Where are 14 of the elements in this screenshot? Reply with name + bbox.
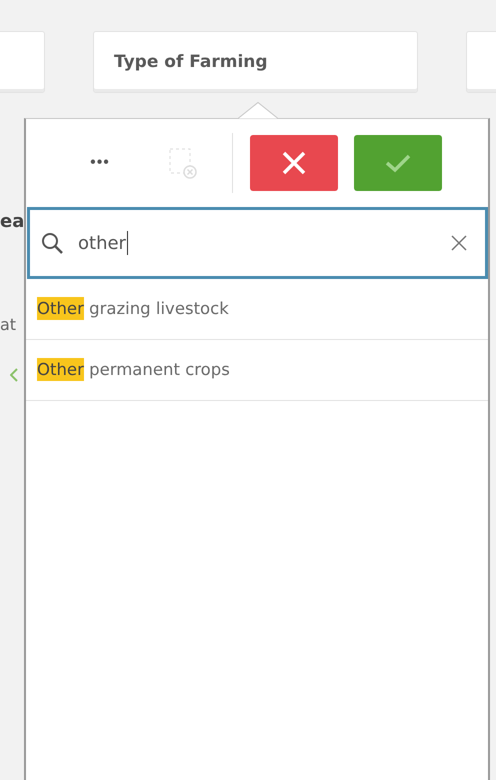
list-item[interactable]: Other grazing livestock — [26, 279, 488, 340]
heading-fragment: ea — [0, 211, 24, 232]
filter-card[interactable]: Type of Farming — [93, 31, 418, 93]
confirm-button[interactable] — [354, 135, 442, 191]
search-icon — [40, 231, 64, 255]
chevron-icon — [10, 368, 18, 382]
close-icon — [280, 149, 308, 177]
more-button[interactable]: ••• — [78, 154, 122, 172]
clear-selections-icon — [168, 147, 198, 179]
clear-search-icon[interactable] — [451, 235, 467, 251]
cancel-button[interactable] — [250, 135, 338, 191]
list-item[interactable]: Other permanent crops — [26, 340, 488, 401]
label-fragment: at — [0, 315, 16, 334]
search-field[interactable]: other — [27, 207, 488, 279]
